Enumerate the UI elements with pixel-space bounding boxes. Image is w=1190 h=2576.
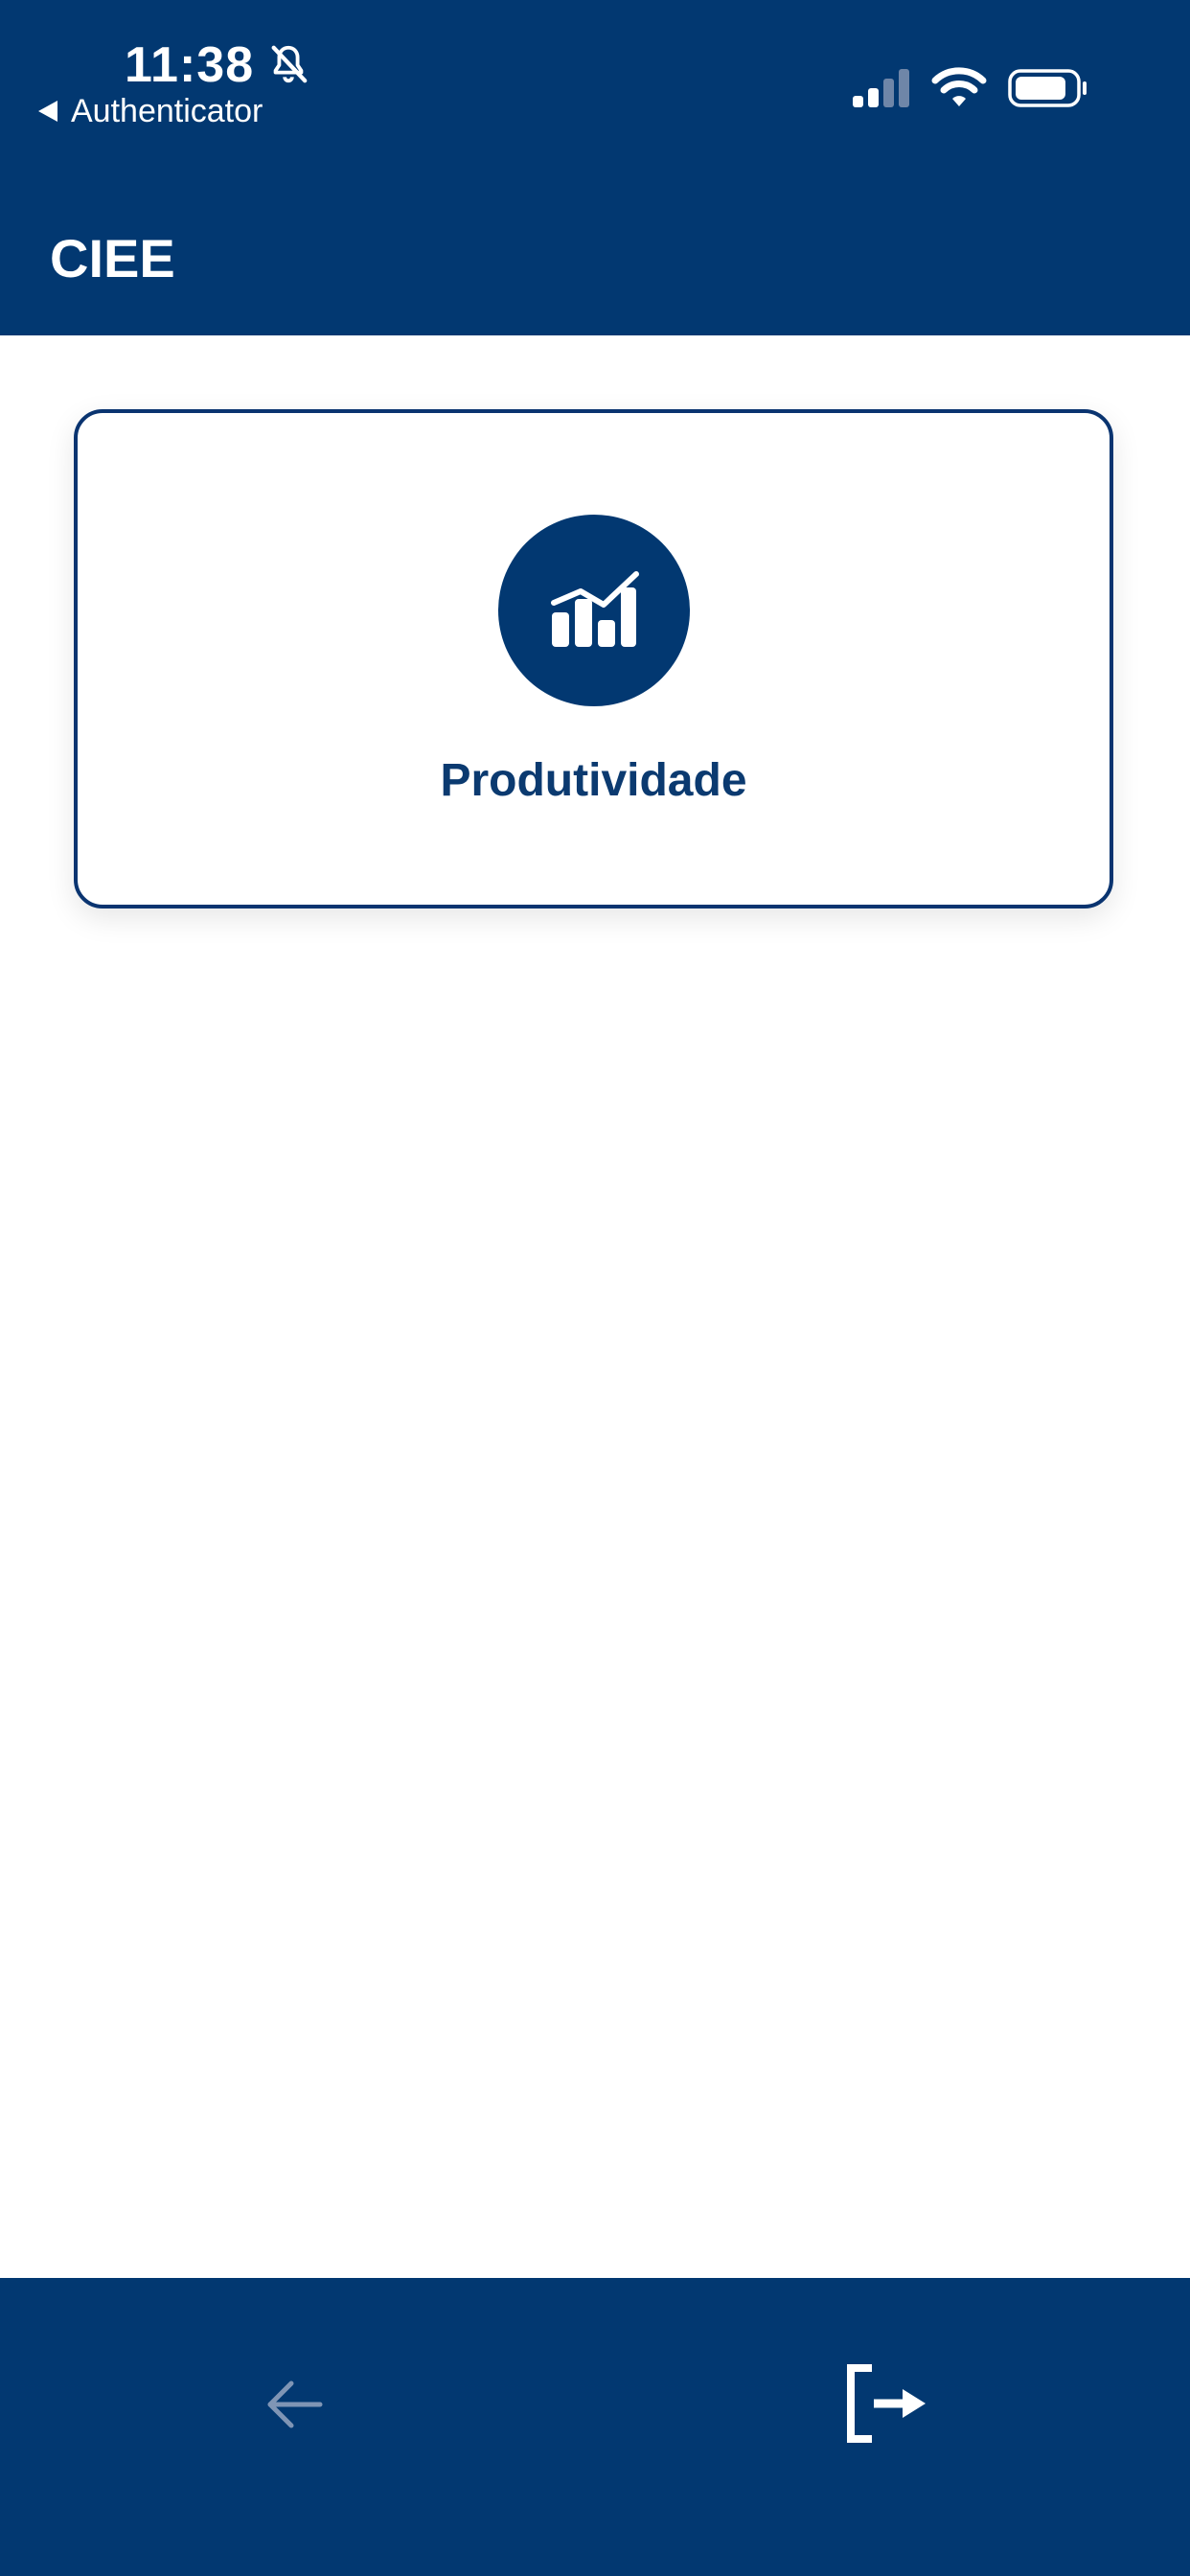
card-label: Produtividade bbox=[440, 755, 747, 806]
back-to-app-link[interactable]: Authenticator bbox=[38, 92, 263, 130]
back-triangle-icon bbox=[38, 101, 57, 122]
header: 11:38 Authenticator CIEE bbox=[0, 0, 1190, 335]
bell-slash-icon bbox=[271, 45, 308, 83]
battery-icon bbox=[1008, 69, 1087, 107]
logout-icon[interactable] bbox=[843, 2362, 929, 2445]
wifi-icon bbox=[931, 67, 987, 106]
page-title: CIEE bbox=[50, 228, 175, 288]
produtividade-card[interactable]: Produtividade bbox=[74, 409, 1113, 908]
bottom-nav bbox=[0, 2278, 1190, 2576]
back-app-label: Authenticator bbox=[71, 93, 263, 129]
arrow-left-icon[interactable] bbox=[259, 2368, 332, 2441]
bar-chart-icon bbox=[498, 515, 690, 706]
cellular-signal-icon bbox=[853, 69, 909, 107]
screen: 11:38 Authenticator CIEE Produtividade bbox=[0, 0, 1190, 2576]
status-time: 11:38 bbox=[125, 37, 255, 93]
